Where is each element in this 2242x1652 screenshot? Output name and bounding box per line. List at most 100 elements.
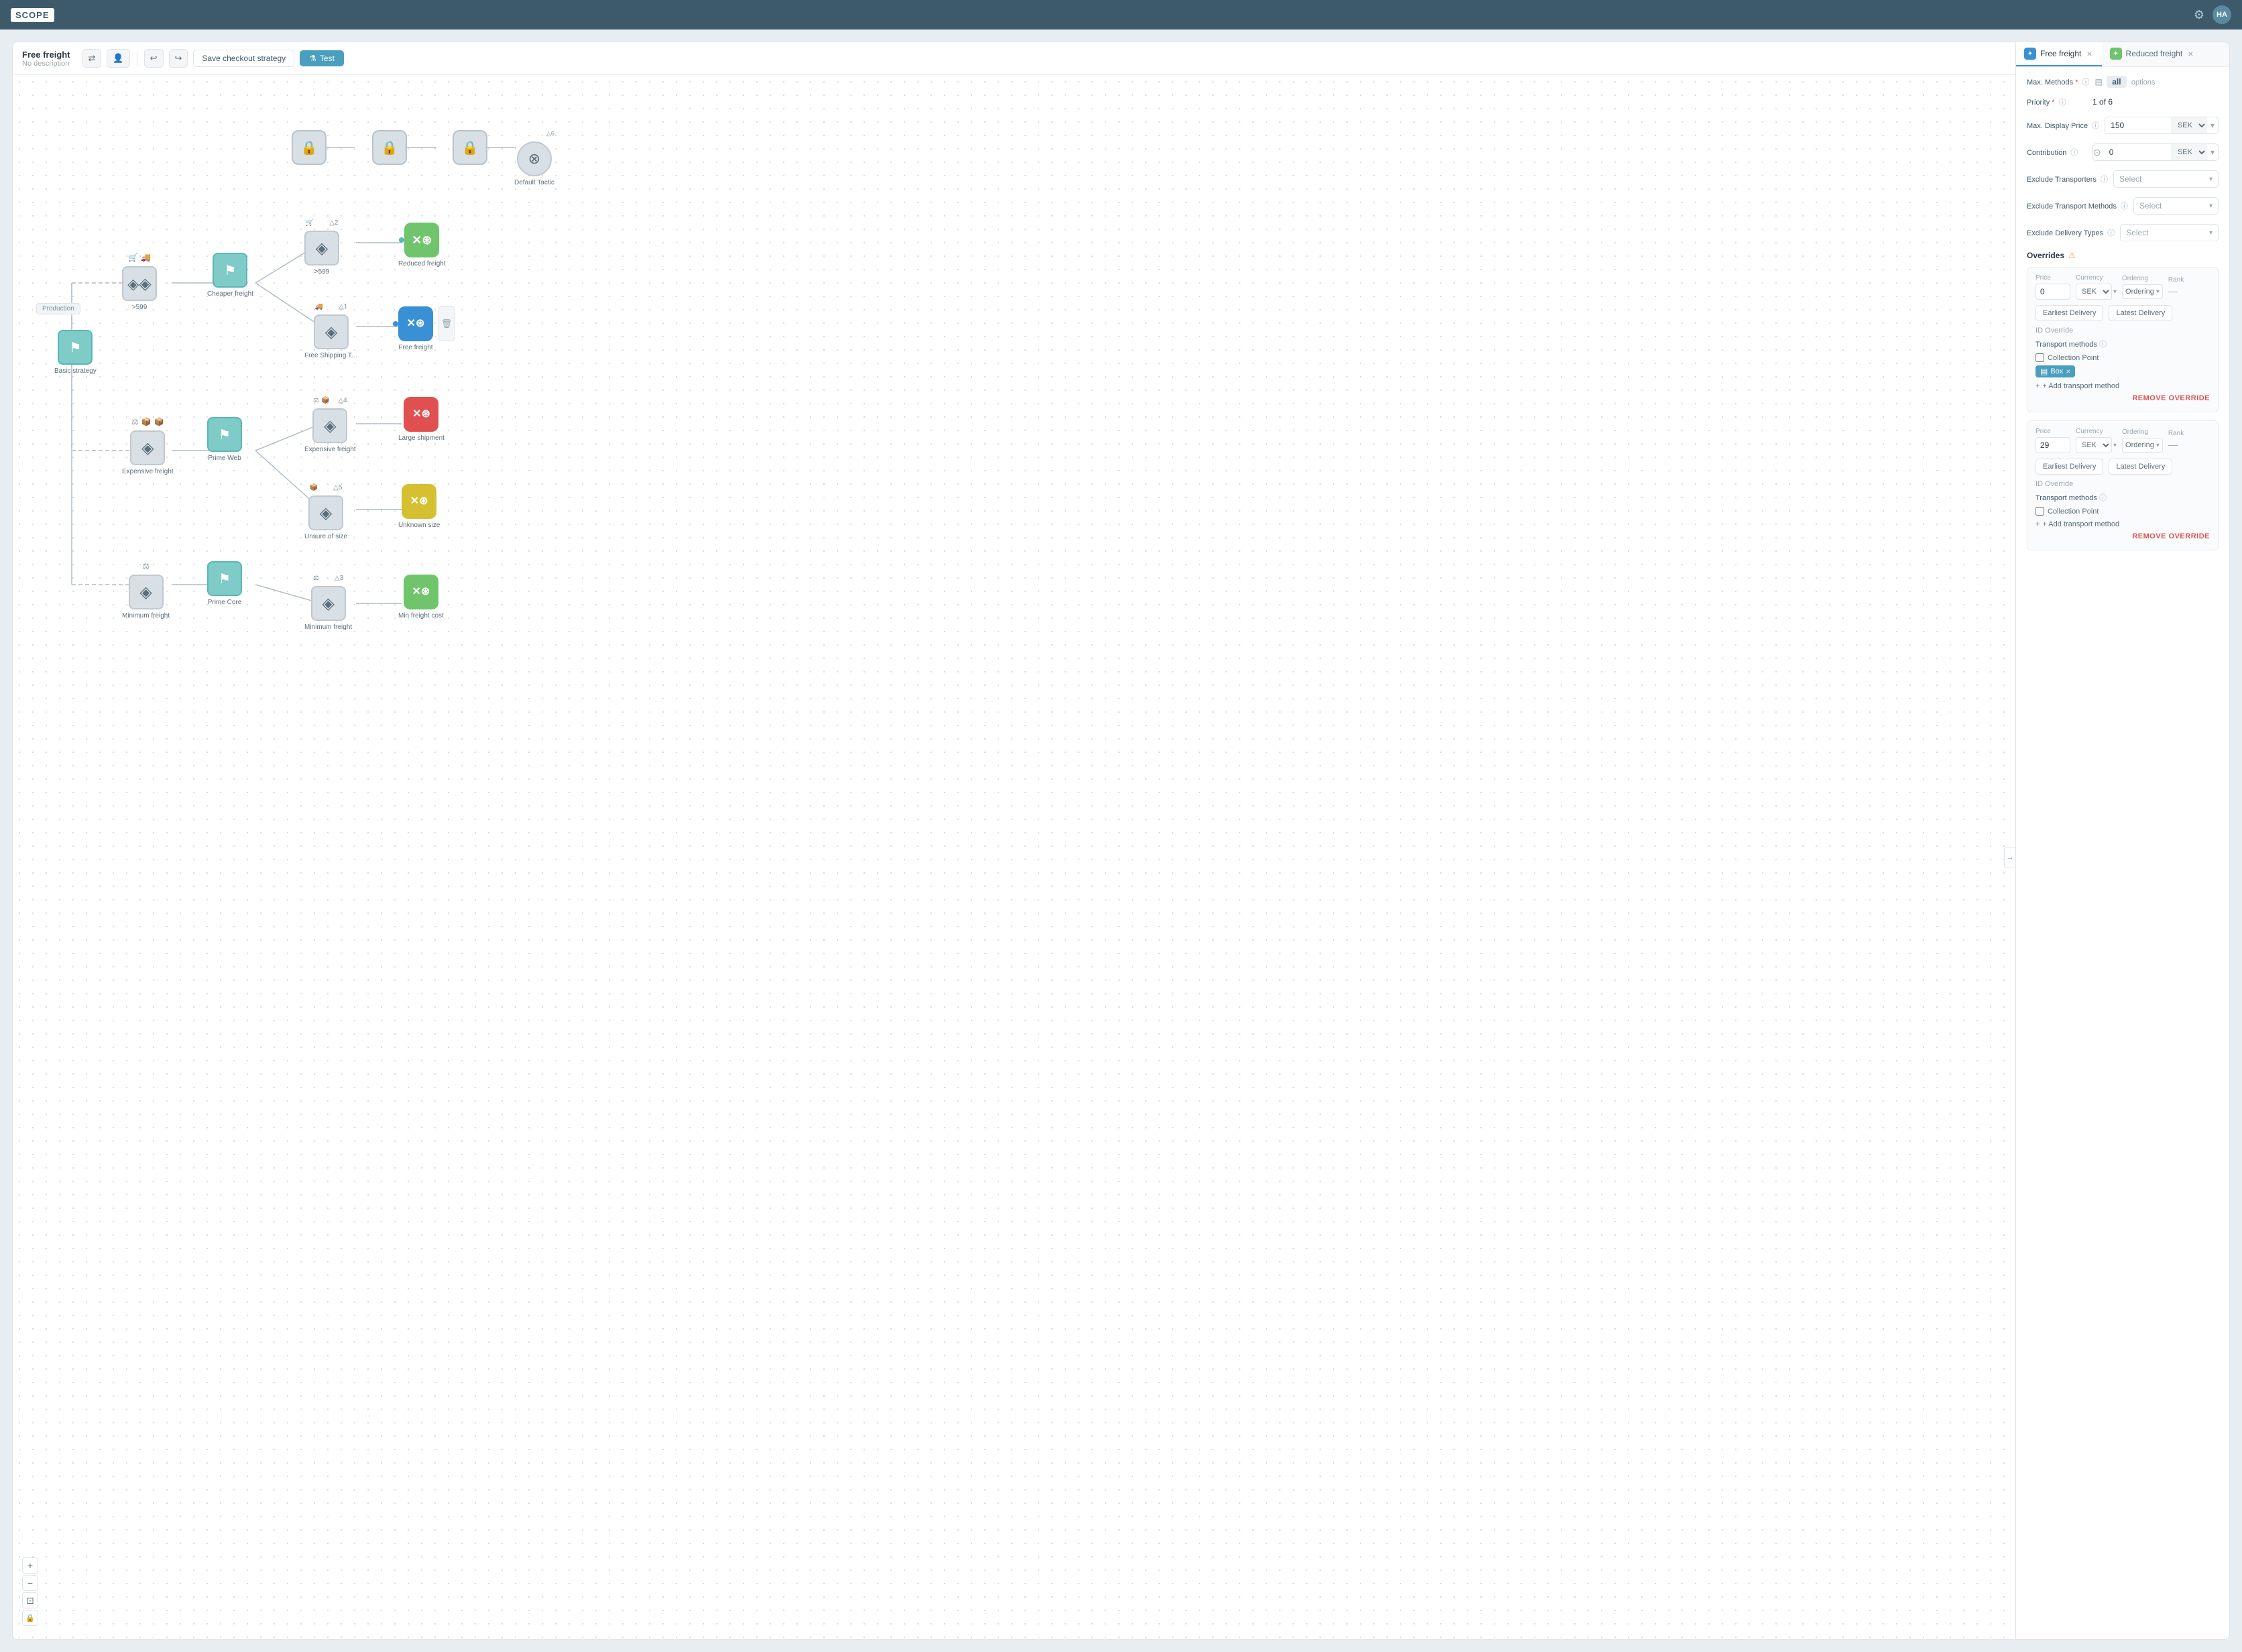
exclude-transporters-select[interactable]: Select ▾ [2113,170,2219,188]
node-label-prime-web: Prime Web [208,455,241,462]
exclude-delivery-info[interactable]: ⓘ [2107,229,2115,237]
node-reduced-tactic[interactable]: ✕⊛ Reduced freight [398,223,446,268]
node-expensive-freight-cond[interactable]: ⚖ 📦 📦 ◈ Expensive freight [122,417,174,475]
max-price-field[interactable] [2105,117,2172,133]
delete-node-button[interactable]: 🗑 [438,306,455,341]
transport-info-btn-2[interactable]: ⓘ [2099,494,2107,502]
canvas-area[interactable]: Production ⚑ Basic strategy 🛒 🚚 ◈ >599 [13,75,2015,1639]
zoom-in-button[interactable]: + [22,1557,38,1574]
collection-point-checkbox-1[interactable] [2035,353,2044,362]
node-large-tactic[interactable]: ✕⊛ Large shipment [398,397,445,442]
contribution-currency-select[interactable]: SEK EUR [2172,144,2207,160]
tab-free-close[interactable]: × [2085,48,2093,59]
tab-reduced-close[interactable]: × [2186,48,2194,59]
node-box-reduced-cond: ◈ [304,231,339,266]
node-unsure-cond[interactable]: 📦 △5 ◈ Unsure of size [304,484,347,540]
node-box-default-tactic: ⊗ [517,141,552,176]
delivery-btns-1: Earliest Delivery Latest Delivery [2035,305,2210,321]
reduced-cond-header: 🛒 △2 [306,219,339,227]
collection-point-label-2: Collection Point [2048,508,2099,516]
add-transport-btn-2[interactable]: + + Add transport method [2035,519,2119,530]
undo-button[interactable]: ↩ [144,49,164,68]
exclude-methods-info[interactable]: ⓘ [2121,202,2128,211]
contribution-input[interactable]: ⊙ SEK EUR ▾ [2092,143,2219,161]
node-box-min-tactic: ✕⊛ [404,575,438,609]
override-currency-select-1[interactable]: SEK EUR [2076,284,2112,300]
currency-col-label-2: Currency [2076,428,2117,435]
redo-button[interactable]: ↪ [169,49,188,68]
node-min-cond2[interactable]: ⚖ △3 ◈ Minimum freight [304,575,352,631]
node-cheaper-freight-flag[interactable]: ⚑ Cheaper freight [207,253,253,298]
remove-override-btn-1[interactable]: REMOVE OVERRIDE [2035,392,2210,405]
tag-remove-1[interactable]: × [2066,367,2070,376]
transport-info-btn-1[interactable]: ⓘ [2099,341,2107,349]
collection-point-checkbox-2[interactable] [2035,507,2044,516]
collection-point-label-1: Collection Point [2048,354,2099,362]
zoom-lock-button[interactable]: 🔒 [22,1610,38,1626]
share-button[interactable]: ⇄ [82,49,102,68]
test-button[interactable]: ⚗ Test [300,50,344,66]
node-box-min-cond: ◈ [129,575,164,609]
override-ordering-select-2[interactable]: Ordering ▾ [2122,438,2163,453]
field-exclude-delivery-types: Exclude Delivery Types ⓘ Select ▾ [2027,224,2219,241]
node-cheaper-freight-cond[interactable]: 🛒 🚚 ◈ >599 [122,253,157,311]
settings-icon[interactable]: ⚙ [2194,8,2204,22]
contribution-chevron[interactable]: ▾ [2207,148,2218,157]
remove-override-btn-2[interactable]: REMOVE OVERRIDE [2035,530,2210,543]
node-box-reduced-tactic: ✕⊛ [404,223,439,257]
large-tactic-icon: ✕⊛ [412,409,430,420]
node-prime-core-flag[interactable]: ⚑ Prime Core [207,561,242,606]
node-min-freight-tactic[interactable]: ✕⊛ Min freight cost [398,575,444,620]
zoom-fit-button[interactable]: ⊡ [22,1592,38,1608]
max-price-currency-select[interactable]: SEK EUR USD [2172,117,2207,133]
priority-info-icon[interactable]: ⓘ [2059,99,2066,107]
node-unknown-tactic[interactable]: ✕⊛ Unknown size [398,484,440,529]
earliest-delivery-btn-2[interactable]: Earliest Delivery [2035,459,2103,475]
node-lock1[interactable]: 🔒 [292,130,327,165]
max-price-chevron[interactable]: ▾ [2207,121,2218,130]
override-ordering-col-2: Ordering Ordering ▾ [2122,428,2163,453]
max-price-info-icon[interactable]: ⓘ [2092,122,2099,130]
tab-free-freight[interactable]: ✦ Free freight × [2016,42,2102,66]
options-link[interactable]: options [2131,78,2155,86]
latest-delivery-btn-2[interactable]: Latest Delivery [2109,459,2172,475]
exclude-trans-info[interactable]: ⓘ [2101,176,2108,184]
node-lock2[interactable]: 🔒 [372,130,407,165]
avatar[interactable]: HA [2212,5,2231,24]
max-methods-info-icon[interactable]: ⓘ [2082,78,2090,86]
collapse-panel-button[interactable]: → [2004,847,2015,868]
exclude-transport-methods-select[interactable]: Select ▾ [2133,197,2219,215]
node-basic-strategy[interactable]: ⚑ Basic strategy [54,330,97,375]
node-large-cond[interactable]: ⚖📦 △4 ◈ Expensive freight [304,397,356,453]
earliest-delivery-btn-1[interactable]: Earliest Delivery [2035,305,2103,321]
node-prime-web-flag[interactable]: ⚑ Prime Web [207,417,242,462]
node-lock3[interactable]: 🔒 [453,130,487,165]
node-free-freight-tactic[interactable]: ✕⊛ Free freight 🗑 [398,306,433,351]
node-reduced-cond[interactable]: 🛒 △2 ◈ >599 [304,219,339,276]
max-display-price-input[interactable]: SEK EUR USD ▾ [2105,117,2219,134]
exclude-trans-chevron: ▾ [2209,176,2212,183]
node-min-freight-cond[interactable]: ⚖ ◈ Minimum freight [122,561,170,620]
node-free-shipping-cond[interactable]: 🚚 △1 ◈ Free Shipping Tag [304,303,358,359]
latest-delivery-btn-1[interactable]: Latest Delivery [2109,305,2172,321]
add-transport-btn-1[interactable]: + + Add transport method [2035,381,2119,392]
zoom-out-button[interactable]: − [22,1575,38,1591]
currency-col-label: Currency [2076,274,2117,282]
exclude-delivery-types-select[interactable]: Select ▾ [2120,224,2219,241]
override-price-input-1[interactable] [2035,284,2070,300]
free-shipping-header: 🚚 △1 [315,303,348,310]
lock1-icon: 🔒 [301,139,318,156]
transport-methods-label-1: Transport methods ⓘ [2035,339,2210,349]
node-label-min-cond2: Minimum freight [304,624,352,631]
override-currency-select-2[interactable]: SEK EUR [2076,437,2112,453]
override-rank-col: Rank — [2168,276,2184,298]
override-price-input-2[interactable] [2035,437,2070,453]
tab-reduced-freight[interactable]: ✦ Reduced freight × [2102,42,2203,66]
users-button[interactable]: 👤 [107,49,129,68]
override-ordering-select-1[interactable]: Ordering ▾ [2122,284,2163,299]
contribution-info-icon[interactable]: ⓘ [2070,149,2078,157]
contribution-field[interactable] [2104,144,2172,160]
save-button[interactable]: Save checkout strategy [193,50,294,67]
node-box-prime-web: ⚑ [207,417,242,452]
node-default-tactic[interactable]: △6 ⊗ Default Tactic [514,130,554,186]
